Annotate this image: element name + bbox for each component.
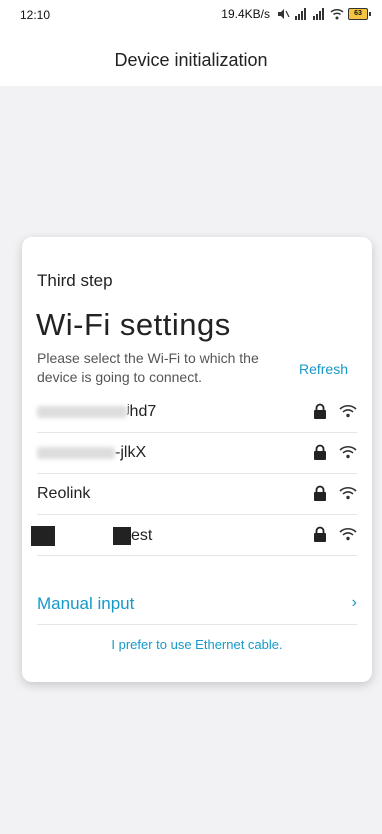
instruction-text: Please select the Wi-Fi to which the dev… xyxy=(37,350,259,385)
lock-icon xyxy=(314,485,326,501)
wifi-icon xyxy=(339,446,357,459)
redacted-text xyxy=(37,405,127,418)
network-name: ʲhd7 xyxy=(37,403,156,421)
signal-icon-2 xyxy=(313,8,324,20)
lock-icon xyxy=(314,444,326,460)
battery-icon: 63 xyxy=(348,8,371,20)
section-heading: Wi-Fi settings xyxy=(36,307,231,342)
wifi-icon xyxy=(339,528,357,541)
lock-icon xyxy=(314,526,326,542)
refresh-button[interactable]: Refresh xyxy=(299,361,348,377)
wifi-network-row[interactable]: est xyxy=(31,515,357,556)
status-bar: 12:10 19.4KB/s 63 xyxy=(0,0,382,28)
network-name: est xyxy=(31,526,152,546)
network-name: -jlkX xyxy=(37,444,146,462)
wifi-network-list: ʲhd7 -jlkX Reolink est xyxy=(31,392,357,556)
network-name: Reolink xyxy=(37,485,91,502)
manual-input-row[interactable]: Manual input › xyxy=(37,594,357,625)
mute-icon xyxy=(278,9,290,19)
status-icons: 19.4KB/s 63 xyxy=(221,7,371,21)
wifi-network-row[interactable]: ʲhd7 xyxy=(37,392,357,433)
step-label: Third step xyxy=(37,271,113,290)
wifi-network-row[interactable]: -jlkX xyxy=(37,433,357,474)
wifi-status-icon xyxy=(330,8,344,20)
ethernet-cable-link[interactable]: I prefer to use Ethernet cable. xyxy=(22,637,372,652)
lock-icon xyxy=(314,403,326,419)
wifi-icon xyxy=(339,487,357,500)
network-speed: 19.4KB/s xyxy=(221,7,270,21)
redacted-text xyxy=(37,446,115,459)
title-bar: Device initialization xyxy=(0,28,382,86)
status-time: 12:10 xyxy=(20,8,51,22)
chevron-right-icon: › xyxy=(351,594,357,611)
manual-input-label: Manual input xyxy=(37,594,135,613)
redacted-block xyxy=(113,527,131,545)
page-title: Device initialization xyxy=(114,50,268,70)
wifi-settings-card: Third step Wi-Fi settings Please select … xyxy=(22,237,372,682)
signal-icon xyxy=(295,8,306,20)
redacted-block xyxy=(31,526,55,546)
wifi-network-row[interactable]: Reolink xyxy=(37,474,357,515)
wifi-icon xyxy=(339,405,357,418)
